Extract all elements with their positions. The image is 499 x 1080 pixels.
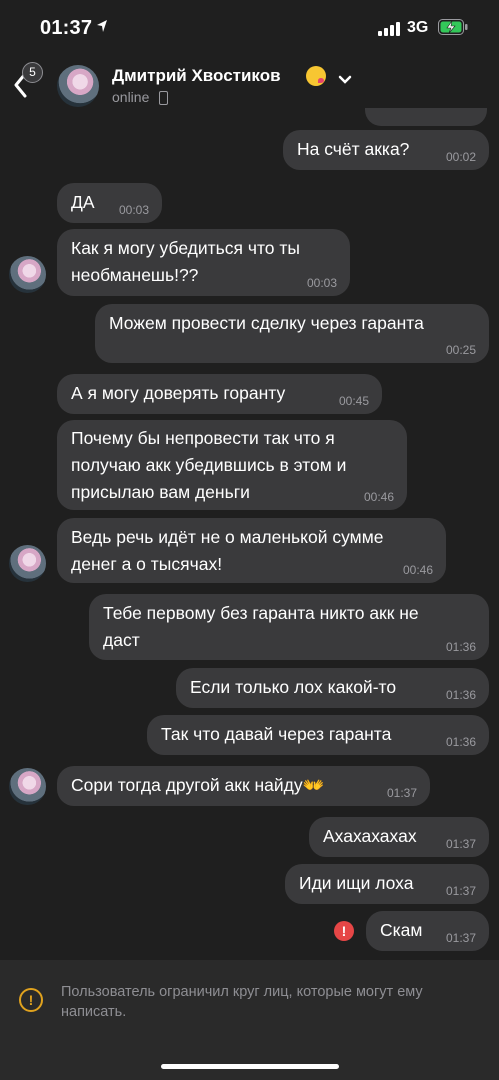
message-bubble-incoming[interactable]: Почему бы непровести так что я получаю а…: [57, 420, 407, 510]
message-time: 00:46: [402, 563, 433, 577]
message-time: 00:02: [445, 150, 476, 164]
previous-message-bubble: [365, 108, 487, 126]
message-bubble-incoming[interactable]: Как я могу убедиться что ты необманешь!?…: [57, 229, 350, 296]
message-time: 00:46: [363, 490, 394, 504]
message-text: Можем провести сделку через гаранта: [109, 313, 424, 333]
message-time: 01:36: [445, 735, 476, 749]
status-bar: 01:37 3G: [0, 0, 499, 58]
status-time: 01:37: [40, 17, 93, 39]
message-time: 01:37: [445, 884, 476, 898]
restricted-notice-panel: ! Пользователь ограничил круг лиц, котор…: [0, 960, 499, 1080]
mobile-phone-icon: [159, 91, 168, 105]
message-text: Если только лох какой-то: [190, 677, 397, 697]
message-bubble-outgoing-failed[interactable]: Скам 01:37: [366, 911, 489, 951]
message-bubble-incoming[interactable]: ДА 00:03: [57, 183, 162, 223]
contact-avatar[interactable]: [57, 65, 99, 107]
send-failed-icon[interactable]: !: [334, 921, 354, 941]
kiss-emoji-icon: [306, 66, 326, 86]
message-time: 00:03: [118, 203, 149, 217]
chat-header: 5 Дмитрий Хвостиков online: [0, 58, 499, 110]
message-bubble-incoming[interactable]: Ведь речь идёт не о маленькой сумме дене…: [57, 518, 446, 583]
contact-name[interactable]: Дмитрий Хвостиков: [112, 66, 281, 86]
contact-status: online: [112, 89, 150, 105]
message-text: Ведь речь идёт не о маленькой сумме дене…: [71, 527, 384, 574]
sender-avatar[interactable]: [9, 768, 46, 805]
sender-avatar[interactable]: [9, 545, 46, 582]
message-bubble-outgoing[interactable]: Ахахахахах 01:37: [309, 817, 489, 857]
message-time: 01:37: [445, 931, 476, 945]
message-bubble-outgoing[interactable]: Если только лох какой-то 01:36: [176, 668, 489, 708]
message-time: 00:25: [445, 343, 476, 357]
message-bubble-incoming[interactable]: А я могу доверять горанту 00:45: [57, 374, 382, 414]
message-text: Ахахахахах: [323, 826, 417, 846]
location-arrow-icon: [96, 19, 108, 38]
message-time: 01:36: [445, 688, 476, 702]
message-text: Почему бы непровести так что я получаю а…: [71, 428, 347, 502]
unread-count-badge: 5: [22, 62, 43, 83]
message-text: На счёт акка?: [297, 139, 410, 159]
message-text: Тебе первому без гаранта никто акк не да…: [103, 603, 419, 650]
message-text: Скам: [380, 920, 423, 940]
message-text: Как я могу убедиться что ты необманешь!?…: [71, 238, 300, 285]
sender-avatar[interactable]: [9, 256, 46, 293]
warning-icon: !: [19, 988, 43, 1012]
message-text: Сори тогда другой акк найду👐: [71, 775, 325, 795]
message-bubble-incoming[interactable]: Сори тогда другой акк найду👐 01:37: [57, 766, 430, 806]
message-bubble-outgoing[interactable]: На счёт акка? 00:02: [283, 130, 489, 170]
message-bubble-outgoing[interactable]: Можем провести сделку через гаранта 00:2…: [95, 304, 489, 363]
restricted-notice-text: Пользователь ограничил круг лиц, которые…: [61, 984, 423, 1020]
message-bubble-outgoing[interactable]: Тебе первому без гаранта никто акк не да…: [89, 594, 489, 660]
message-time: 00:03: [306, 276, 337, 290]
message-text: Так что давай через гаранта: [161, 724, 392, 744]
message-bubble-outgoing[interactable]: Так что давай через гаранта 01:36: [147, 715, 489, 755]
message-bubble-outgoing[interactable]: Иди ищи лоха 01:37: [285, 864, 489, 904]
message-time: 01:37: [386, 786, 417, 800]
message-time: 01:36: [445, 640, 476, 654]
cellular-signal-icon: [378, 22, 400, 41]
battery-charging-icon: [438, 19, 468, 40]
message-time: 00:45: [338, 394, 369, 408]
message-text: А я могу доверять горанту: [71, 383, 286, 403]
message-text: ДА: [71, 192, 95, 212]
message-time: 01:37: [445, 837, 476, 851]
message-text: Иди ищи лоха: [299, 873, 414, 893]
home-indicator[interactable]: [161, 1064, 339, 1069]
network-type: 3G: [407, 19, 429, 36]
chevron-down-icon[interactable]: [338, 72, 352, 90]
